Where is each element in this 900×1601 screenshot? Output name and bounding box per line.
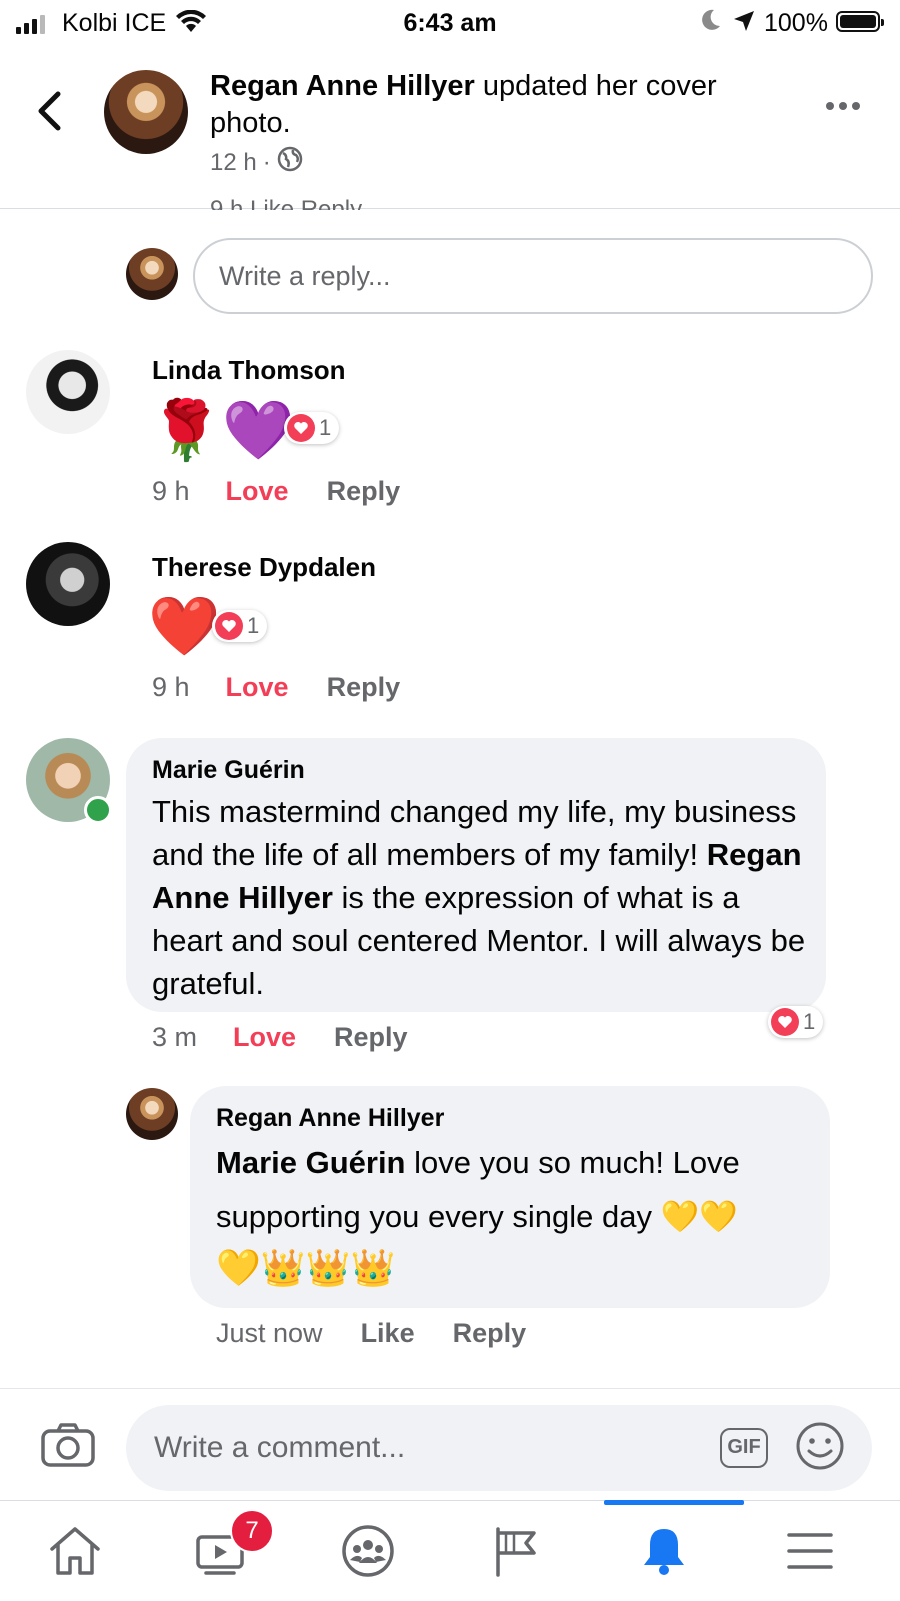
- home-icon[interactable]: [25, 1501, 125, 1601]
- battery-percent: 100%: [764, 9, 828, 37]
- heart-icon: [215, 612, 243, 640]
- previous-reply-meta: 9 h Like Reply: [210, 196, 363, 210]
- do-not-disturb-icon: [700, 8, 722, 39]
- reaction-count: 1: [247, 613, 260, 638]
- reply-time[interactable]: Just now: [216, 1318, 323, 1349]
- like-button[interactable]: Like: [361, 1318, 415, 1349]
- comment-actions: 9 h Love Reply: [152, 672, 400, 703]
- reaction-summary[interactable]: 1: [768, 1006, 824, 1038]
- back-arrow-icon[interactable]: [36, 90, 62, 137]
- camera-icon[interactable]: [40, 1422, 96, 1473]
- post-header: Regan Anne Hillyer updated her cover pho…: [0, 50, 900, 209]
- love-button[interactable]: Love: [233, 1022, 296, 1053]
- comment-author[interactable]: Marie Guérin: [152, 756, 305, 785]
- reaction-summary[interactable]: 1: [212, 610, 268, 642]
- divider: [0, 1388, 900, 1389]
- reply-emoji-line: 💛👑👑👑: [216, 1247, 396, 1288]
- reply-button[interactable]: Reply: [327, 476, 401, 507]
- post-author-name[interactable]: Regan Anne Hillyer: [210, 70, 475, 102]
- avatar[interactable]: [126, 1088, 178, 1140]
- active-tab-indicator: [604, 1500, 744, 1505]
- online-status-icon: [84, 796, 112, 824]
- reply-bubble[interactable]: Regan Anne Hillyer Marie Guérin love you…: [190, 1086, 830, 1308]
- heart-icon: [287, 414, 315, 442]
- battery-icon: [836, 11, 884, 32]
- status-bar: Kolbi ICE 6:43 am 100%: [0, 0, 900, 48]
- bottom-nav: [0, 1500, 900, 1601]
- mention-link[interactable]: Marie Guérin: [216, 1145, 406, 1180]
- comment-author[interactable]: Linda Thomson: [152, 355, 346, 386]
- watch-notification-badge: 7: [230, 1509, 274, 1553]
- more-options-icon[interactable]: [826, 102, 860, 110]
- heart-icon: [771, 1008, 799, 1036]
- comment-emojis: 🌹💜: [150, 398, 295, 463]
- comment-text-part: This mastermind changed my life, my busi…: [152, 794, 797, 872]
- love-button[interactable]: Love: [226, 672, 289, 703]
- love-button[interactable]: Love: [226, 476, 289, 507]
- meta-separator: ·: [262, 148, 271, 176]
- globe-icon: [277, 146, 303, 179]
- emoji-icon[interactable]: [794, 1420, 846, 1477]
- comment-bubble[interactable]: Marie Guérin This mastermind changed my …: [126, 738, 826, 1012]
- reply-button[interactable]: Reply: [327, 672, 401, 703]
- current-user-avatar: [126, 248, 178, 300]
- post-time[interactable]: 12 h: [210, 149, 257, 177]
- avatar[interactable]: [26, 542, 110, 626]
- reply-input[interactable]: Write a reply...: [193, 238, 873, 314]
- comment-text: This mastermind changed my life, my busi…: [152, 790, 812, 1005]
- post-title: Regan Anne Hillyer updated her cover pho…: [210, 68, 790, 142]
- comment-actions: 3 m Love Reply: [152, 1022, 408, 1053]
- location-icon: [732, 9, 756, 40]
- reply-button[interactable]: Reply: [334, 1022, 408, 1053]
- reaction-count: 1: [319, 415, 332, 440]
- comment-time[interactable]: 9 h: [152, 672, 190, 703]
- reaction-summary[interactable]: 1: [284, 412, 340, 444]
- post-meta: 12 h ·: [210, 146, 303, 179]
- reply-button[interactable]: Reply: [453, 1318, 527, 1349]
- pages-flag-icon[interactable]: [466, 1501, 566, 1601]
- reaction-count: 1: [803, 1009, 816, 1034]
- comment-emojis: ❤️: [148, 594, 221, 659]
- notifications-icon[interactable]: [614, 1501, 714, 1601]
- groups-icon[interactable]: [318, 1501, 418, 1601]
- menu-icon[interactable]: [760, 1501, 860, 1601]
- comment-time[interactable]: 9 h: [152, 476, 190, 507]
- reply-text: Marie Guérin love you so much! Love supp…: [216, 1136, 816, 1244]
- comment-author[interactable]: Therese Dypdalen: [152, 552, 376, 583]
- comment-time[interactable]: 3 m: [152, 1022, 197, 1053]
- comment-actions: 9 h Love Reply: [152, 476, 400, 507]
- avatar[interactable]: [26, 350, 110, 434]
- author-avatar[interactable]: [104, 70, 188, 154]
- reply-author[interactable]: Regan Anne Hillyer: [216, 1104, 444, 1133]
- gif-button[interactable]: GIF: [720, 1428, 768, 1468]
- reply-actions: Just now Like Reply: [216, 1318, 526, 1349]
